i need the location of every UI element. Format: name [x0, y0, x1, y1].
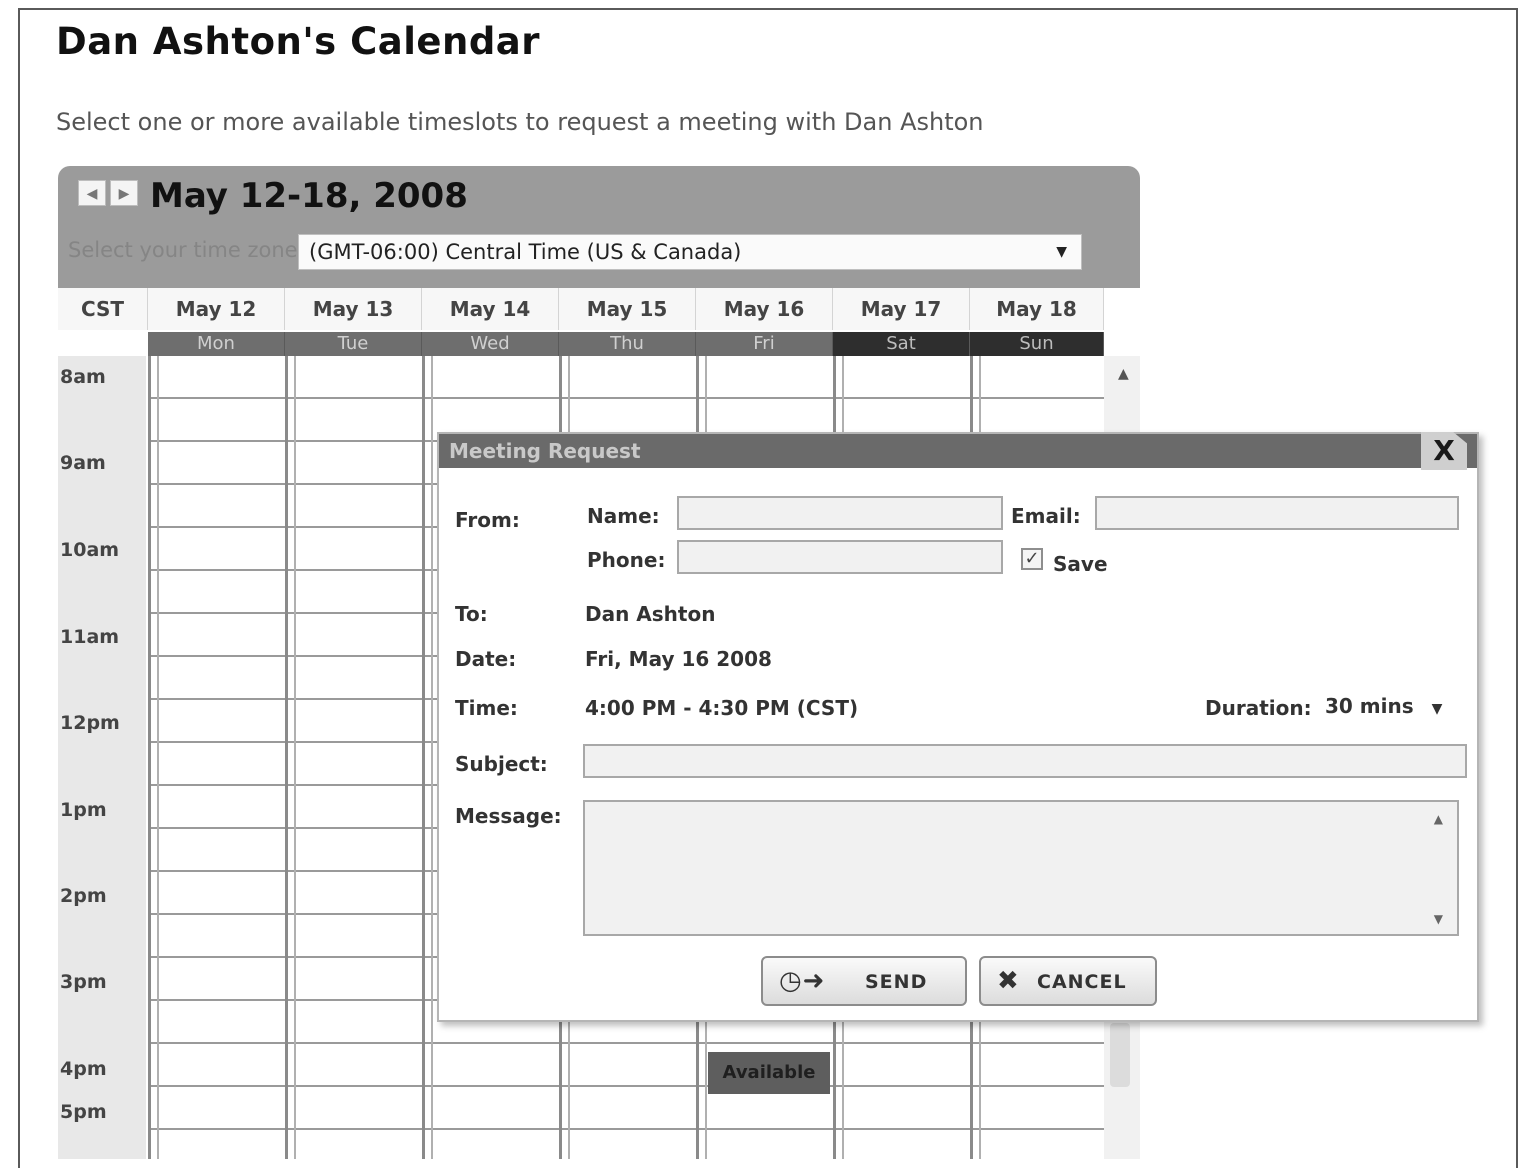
timezone-select[interactable]: (GMT-06:00) Central Time (US & Canada) ▼: [298, 234, 1082, 270]
timezone-label: Select your time zone: [68, 238, 298, 262]
chevron-right-icon: ▶: [118, 186, 130, 202]
weekday-label: Mon: [148, 332, 285, 356]
day-header: May 17: [833, 288, 970, 330]
dialog-title: Meeting Request: [439, 434, 1477, 468]
name-label: Name:: [587, 504, 660, 528]
chevron-left-icon: ◀: [86, 186, 98, 202]
name-field[interactable]: [677, 496, 1003, 530]
to-value: Dan Ashton: [585, 602, 716, 626]
close-button[interactable]: X: [1421, 432, 1467, 470]
scroll-up-icon[interactable]: ▲: [1118, 366, 1129, 382]
clock-arrow-icon: ◷➜: [779, 966, 826, 996]
time-label: 12pm: [60, 712, 120, 734]
time-label: 8am: [60, 366, 106, 388]
subject-label: Subject:: [455, 752, 548, 776]
time-label: 11am: [60, 626, 120, 648]
weekday-label: Thu: [559, 332, 696, 356]
time-label: 9am: [60, 452, 106, 474]
available-slot[interactable]: Available: [708, 1052, 830, 1094]
time-value: 4:00 PM - 4:30 PM (CST): [585, 696, 859, 720]
email-field[interactable]: [1095, 496, 1459, 530]
scroll-down-icon[interactable]: ▼: [1434, 912, 1443, 926]
meeting-request-dialog: Meeting Request X From: Name: Email: Pho…: [437, 432, 1479, 1022]
chevron-down-icon: ▼: [1431, 701, 1443, 717]
send-button[interactable]: ◷➜ SEND: [761, 956, 967, 1006]
x-icon: ✖: [997, 966, 1020, 996]
duration-label: Duration:: [1205, 696, 1312, 720]
scroll-thumb[interactable]: [1110, 1023, 1130, 1087]
weekday-label: Sun: [970, 332, 1104, 356]
duration-select[interactable]: 30 mins ▼: [1325, 690, 1442, 722]
time-label: Time:: [455, 696, 518, 720]
prev-week-button[interactable]: ◀: [78, 180, 106, 206]
day-header: May 12: [148, 288, 285, 330]
time-label: 4pm: [60, 1058, 107, 1080]
checkmark-icon: ✓: [1024, 548, 1040, 569]
email-label: Email:: [1011, 504, 1081, 528]
from-label: From:: [455, 508, 520, 532]
timezone-value: (GMT-06:00) Central Time (US & Canada): [309, 240, 742, 264]
day-column-mon[interactable]: [148, 356, 285, 1159]
time-label: 2pm: [60, 885, 107, 907]
close-icon: X: [1433, 434, 1455, 467]
cancel-button[interactable]: ✖ CANCEL: [979, 956, 1157, 1006]
save-label: Save: [1053, 552, 1108, 576]
weekday-label: Fri: [696, 332, 833, 356]
date-value: Fri, May 16 2008: [585, 647, 772, 671]
date-label: Date:: [455, 647, 517, 671]
weekday-label: Tue: [285, 332, 422, 356]
day-header: May 15: [559, 288, 696, 330]
save-checkbox[interactable]: ✓: [1021, 548, 1043, 570]
timezone-column-header: CST: [58, 288, 148, 330]
time-label: 10am: [60, 539, 120, 561]
scroll-up-icon[interactable]: ▲: [1434, 812, 1443, 826]
week-range: May 12-18, 2008: [150, 176, 468, 216]
time-label: 3pm: [60, 971, 107, 993]
day-header: May 14: [422, 288, 559, 330]
time-label: 1pm: [60, 799, 107, 821]
duration-value: 30 mins: [1325, 694, 1414, 718]
time-label: 5pm: [60, 1101, 107, 1123]
page-title: Dan Ashton's Calendar: [56, 20, 541, 63]
message-textarea[interactable]: ▲ ▼: [583, 800, 1459, 936]
day-header: May 16: [696, 288, 833, 330]
page-subtitle: Select one or more available timeslots t…: [56, 108, 984, 136]
subject-field[interactable]: [583, 744, 1467, 778]
weekday-label: Wed: [422, 332, 559, 356]
day-header: May 13: [285, 288, 422, 330]
chevron-down-icon: ▼: [1056, 244, 1067, 260]
day-header: May 18: [970, 288, 1104, 330]
phone-field[interactable]: [677, 540, 1003, 574]
to-label: To:: [455, 602, 488, 626]
phone-label: Phone:: [587, 548, 666, 572]
day-column-tue[interactable]: [285, 356, 422, 1159]
message-label: Message:: [455, 804, 562, 828]
next-week-button[interactable]: ▶: [110, 180, 138, 206]
time-column: 8am 9am 10am 11am 12pm 1pm 2pm 3pm 4pm 5…: [58, 356, 146, 1159]
weekday-label: Sat: [833, 332, 970, 356]
